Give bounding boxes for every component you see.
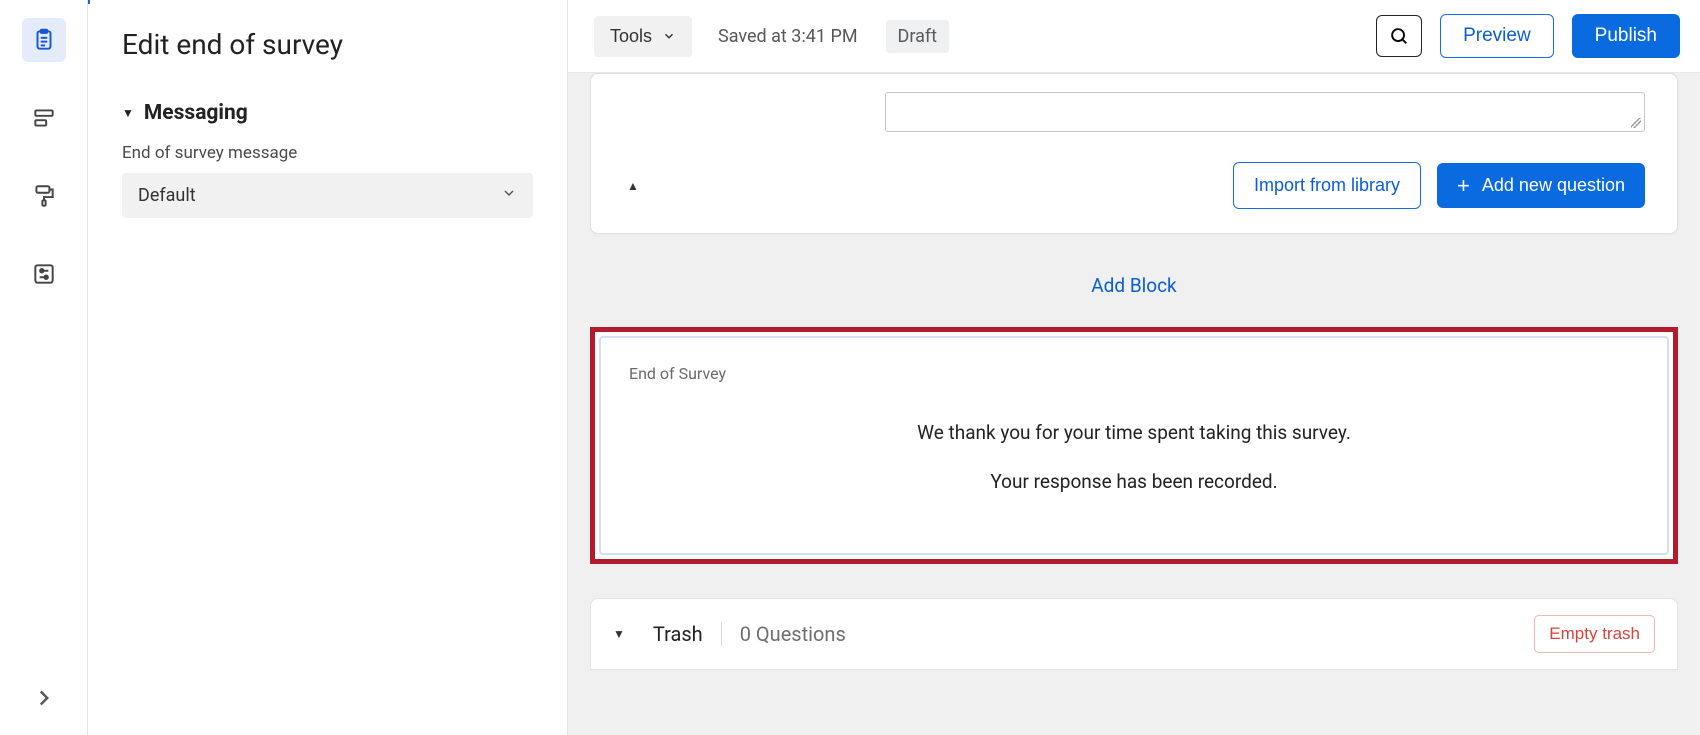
eos-message-select-value: Default [138,185,196,206]
trash-section: ▼ Trash 0 Questions Empty trash [590,598,1678,670]
section-messaging-header[interactable]: ▼ Messaging [122,101,533,125]
rail-expand-toggle[interactable] [31,685,57,715]
eos-message-field-label: End of survey message [122,143,533,163]
trash-expand-toggle[interactable]: ▼ [613,627,625,641]
save-status: Saved at 3:41 PM [718,26,858,47]
add-new-question-label: Add new question [1482,175,1625,196]
status-badge: Draft [886,20,950,53]
preview-button-label: Preview [1463,25,1531,46]
question-text-input[interactable] [885,92,1645,132]
tools-menu-label: Tools [610,26,652,47]
topbar: Tools Saved at 3:41 PM Draft Preview Pub… [568,0,1700,73]
paint-roller-icon [31,183,57,209]
empty-trash-button[interactable]: Empty trash [1534,615,1655,653]
trash-count: 0 Questions [722,622,846,646]
import-from-library-label: Import from library [1254,175,1400,195]
question-block: ▲ Import from library + Add new question [590,73,1678,234]
chevron-down-icon [662,29,676,43]
clipboard-icon [31,27,57,53]
caret-down-icon: ▼ [122,106,134,120]
tools-menu-button[interactable]: Tools [594,16,692,57]
layout-icon [31,105,57,131]
import-from-library-button[interactable]: Import from library [1233,162,1421,209]
sidebar-panel: Edit end of survey ▼ Messaging End of su… [88,0,568,735]
end-of-survey-label: End of Survey [629,364,1639,383]
chevron-right-icon [31,685,57,711]
rail-item-options[interactable] [22,252,66,296]
rail-item-look[interactable] [22,174,66,218]
rail-item-flow[interactable] [22,96,66,140]
settings-sliders-icon [31,261,57,287]
publish-button[interactable]: Publish [1572,14,1680,58]
sidebar-title: Edit end of survey [122,28,533,61]
search-button[interactable] [1376,15,1422,57]
empty-trash-label: Empty trash [1549,624,1640,643]
block-collapse-toggle[interactable]: ▲ [623,179,639,193]
end-of-survey-line1: We thank you for your time spent taking … [629,421,1639,444]
rail-item-survey[interactable] [22,18,66,62]
section-messaging-label: Messaging [144,101,248,125]
left-icon-rail [0,0,88,735]
add-new-question-button[interactable]: + Add new question [1437,163,1645,208]
search-icon [1388,25,1410,47]
add-block-label: Add Block [1091,274,1176,297]
end-of-survey-block[interactable]: End of Survey We thank you for your time… [599,336,1669,555]
end-of-survey-line2: Your response has been recorded. [629,470,1639,493]
chevron-down-icon [501,185,517,206]
publish-button-label: Publish [1595,25,1657,46]
trash-title: Trash [653,622,722,646]
preview-button[interactable]: Preview [1440,14,1554,58]
add-block-link[interactable]: Add Block [590,274,1678,297]
main-area: Tools Saved at 3:41 PM Draft Preview Pub… [568,0,1700,735]
end-of-survey-block-highlight: End of Survey We thank you for your time… [590,327,1678,564]
eos-message-select[interactable]: Default [122,173,533,218]
canvas: ▲ Import from library + Add new question… [568,73,1700,735]
